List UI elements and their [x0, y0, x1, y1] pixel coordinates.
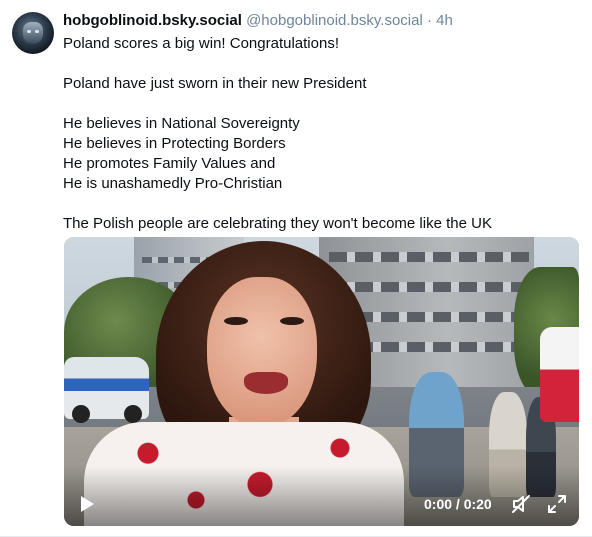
video-polish-flag [540, 327, 579, 422]
post-text-line: He promotes Family Values and [63, 155, 276, 172]
post-header: hobgoblinoid.bsky.social @hobgoblinoid.b… [63, 12, 453, 30]
building-windows [329, 252, 529, 262]
avatar-mask-shape [23, 22, 43, 44]
post-text-line [63, 54, 578, 74]
fullscreen-button[interactable] [546, 493, 568, 515]
video-woman-mouth [244, 372, 288, 394]
car-wheel [124, 405, 142, 423]
avatar[interactable] [12, 12, 54, 54]
post-text: Poland scores a big win! Congratulations… [63, 34, 578, 234]
mute-icon [512, 495, 530, 513]
fullscreen-icon [548, 495, 566, 513]
play-button[interactable] [76, 493, 98, 515]
post-text-line: He is unashamedly Pro-Christian [63, 175, 283, 192]
mute-button[interactable] [511, 494, 533, 514]
video-controls-bar [64, 466, 579, 526]
building-windows [329, 282, 529, 292]
avatar-eye [35, 30, 39, 33]
post-text-line [63, 194, 578, 214]
post-text-line: Poland have just sworn in their new Pres… [63, 75, 367, 92]
header-separator: · [426, 12, 432, 29]
handle[interactable]: @hobgoblinoid.bsky.social [246, 12, 423, 29]
car-wheel [72, 405, 90, 423]
avatar-eye [27, 30, 31, 33]
video-woman-face [207, 277, 317, 427]
post-time[interactable]: 4h [436, 12, 453, 29]
display-name[interactable]: hobgoblinoid.bsky.social [63, 12, 242, 29]
post-text-line: The Polish people are celebrating they w… [63, 215, 492, 232]
post-text-line: He believes in Protecting Borders [63, 135, 286, 152]
post-text-line: Poland scores a big win! Congratulations… [63, 35, 339, 52]
video-timecode: 0:00 / 0:20 [424, 496, 492, 512]
video-woman-eye [280, 317, 304, 325]
video-woman-eye [224, 317, 248, 325]
post: hobgoblinoid.bsky.social @hobgoblinoid.b… [0, 0, 592, 537]
post-text-line [63, 94, 578, 114]
video-player[interactable]: 0:00 / 0:20 [64, 237, 579, 526]
video-police-car [64, 357, 149, 423]
play-icon [80, 496, 94, 512]
post-text-line: He believes in National Sovereignty [63, 115, 300, 132]
